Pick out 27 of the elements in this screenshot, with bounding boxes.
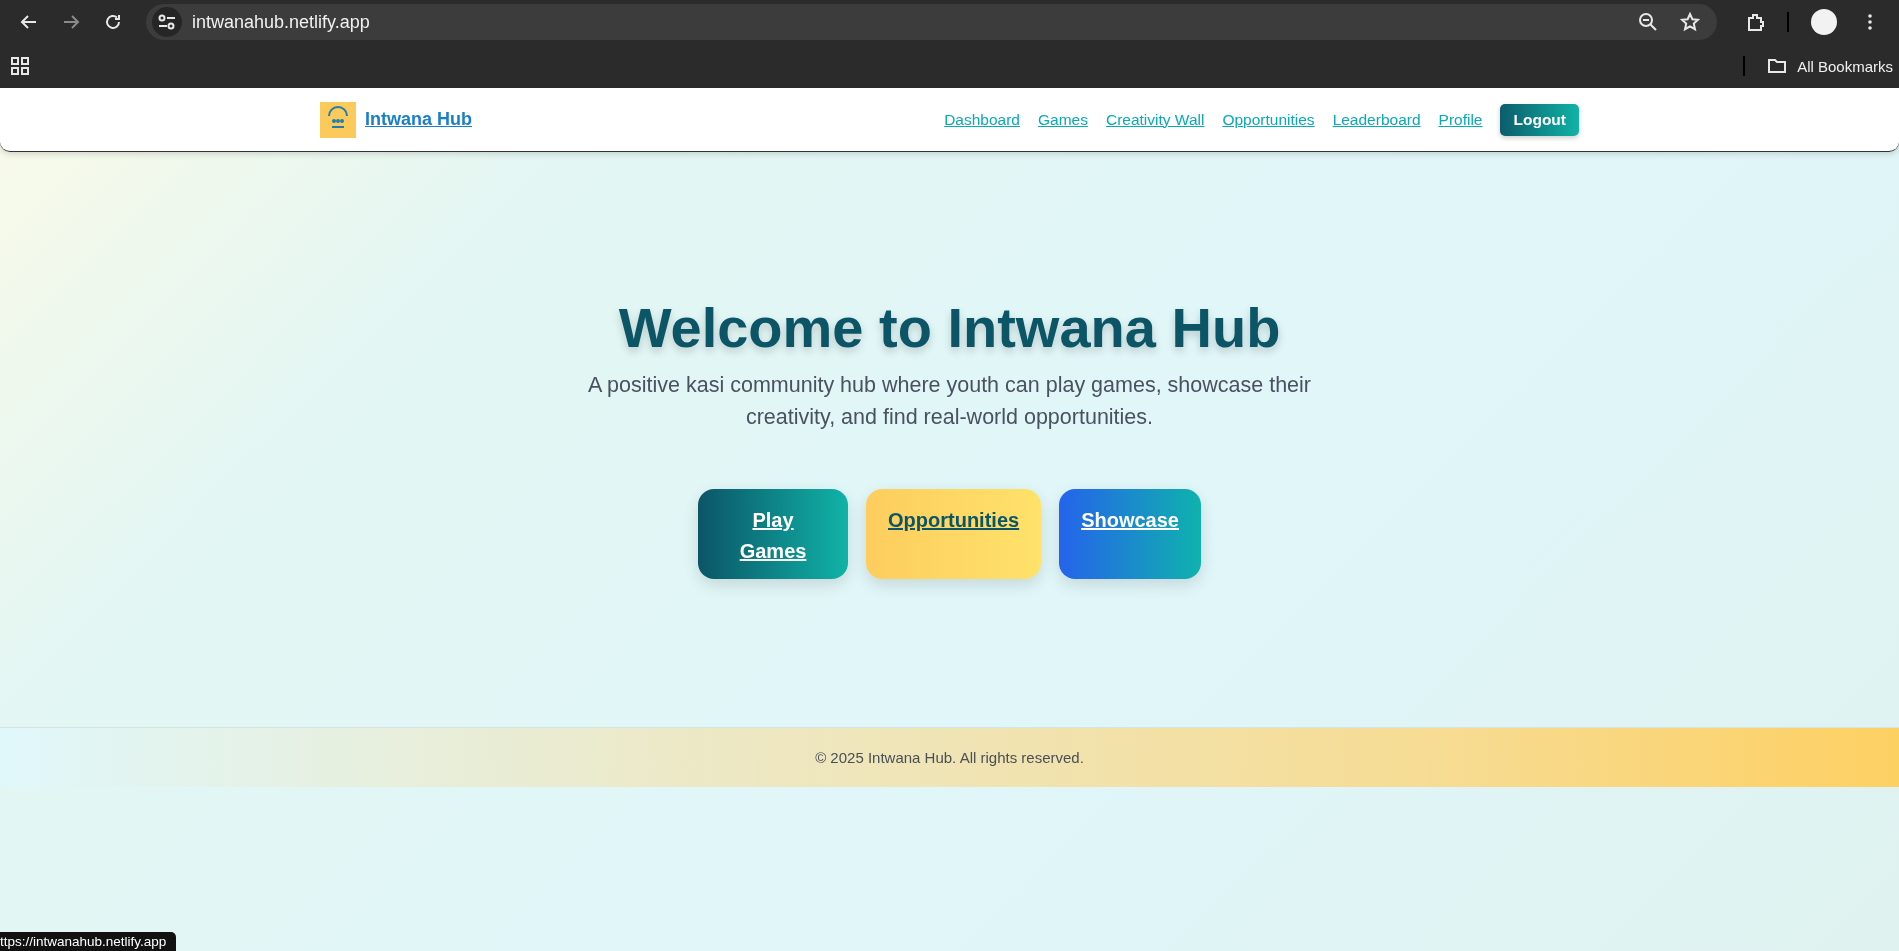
logout-button[interactable]: Logout: [1500, 103, 1579, 136]
url-text: intwanahub.netlify.app: [192, 11, 371, 33]
link-status-tooltip: ttps://intwanahub.netlify.app: [0, 932, 177, 951]
nav-link[interactable]: Profile: [1438, 110, 1483, 129]
site-settings-icon[interactable]: [158, 14, 176, 30]
hero-button[interactable]: Play Games: [698, 489, 849, 579]
all-bookmarks[interactable]: All Bookmarks: [1797, 57, 1893, 75]
apps-grid-icon[interactable]: [10, 56, 30, 76]
hero-subtitle: A positive kasi community hub where youth can play games, showcase their creativity, and find real-world opportunities.: [587, 372, 1312, 431]
hero-button[interactable]: Showcase: [1059, 489, 1201, 579]
nav-link[interactable]: Opportunities: [1222, 110, 1315, 129]
folder-icon: [1767, 56, 1788, 76]
nav-link[interactable]: Creativity Wall: [1105, 110, 1205, 129]
nav-link[interactable]: Games: [1038, 110, 1088, 129]
nav-link[interactable]: Leaderboard: [1332, 110, 1421, 129]
address-bar[interactable]: intwanahub.netlify.app: [146, 4, 1717, 40]
star-icon[interactable]: [1680, 12, 1700, 32]
logo-icon[interactable]: [320, 101, 356, 138]
brand-link[interactable]: Intwana Hub: [365, 109, 472, 130]
copyright-text: © 2025 Intwana Hub. All rights reserved.: [815, 749, 1084, 766]
hero-button[interactable]: Opportunities: [866, 489, 1042, 579]
nav-link[interactable]: Dashboard: [944, 110, 1020, 129]
zoom-out-icon[interactable]: [1638, 12, 1658, 32]
reload-icon[interactable]: [103, 12, 123, 32]
extensions-icon[interactable]: [1746, 12, 1766, 32]
profile-avatar[interactable]: [1811, 9, 1837, 35]
hero-title: Welcome to Intwana Hub: [618, 295, 1281, 361]
